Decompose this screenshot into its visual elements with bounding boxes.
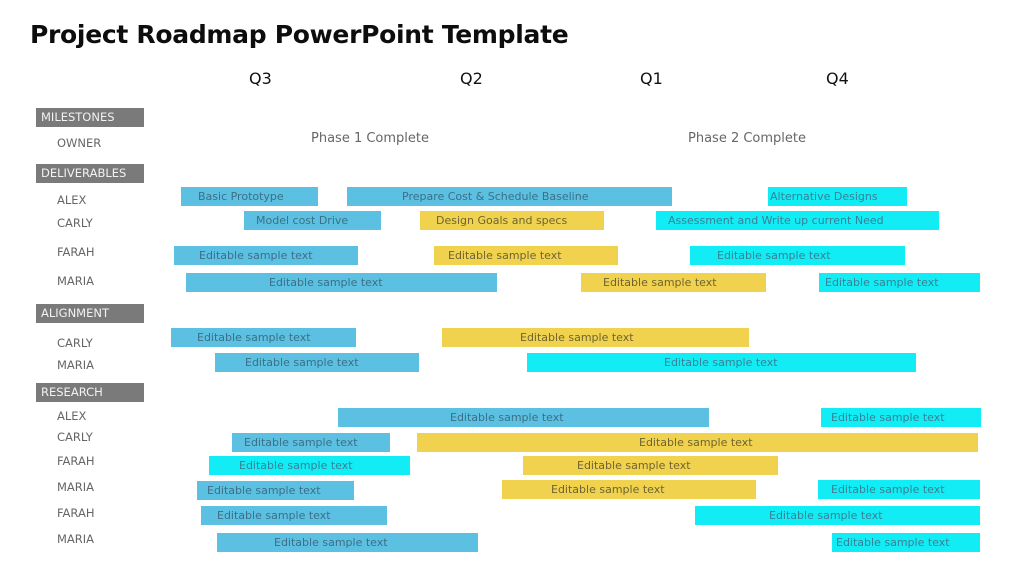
roadmap-bar[interactable]: Editable sample text: [832, 533, 980, 552]
roadmap-bar[interactable]: Alternative Designs: [768, 187, 907, 206]
roadmap-bar[interactable]: Editable sample text: [217, 533, 478, 552]
owner-label: FARAH: [57, 454, 95, 468]
owner-label: OWNER: [57, 136, 102, 150]
roadmap-bar[interactable]: Basic Prototype: [181, 187, 318, 206]
owner-label: CARLY: [57, 216, 93, 230]
roadmap-bar[interactable]: Editable sample text: [523, 456, 778, 475]
roadmap-bar[interactable]: Design Goals and specs: [420, 211, 604, 230]
roadmap-bar[interactable]: Editable sample text: [527, 353, 916, 372]
roadmap-bar[interactable]: Editable sample text: [819, 273, 980, 292]
section-header-alignment: ALIGNMENT: [36, 304, 144, 323]
roadmap-bar[interactable]: Editable sample text: [442, 328, 749, 347]
owner-label: ALEX: [57, 409, 87, 423]
roadmap-bar[interactable]: Editable sample text: [215, 353, 419, 372]
roadmap-bar[interactable]: Editable sample text: [821, 408, 981, 427]
phase-label: Phase 2 Complete: [688, 131, 807, 146]
owner-label: FARAH: [57, 245, 95, 259]
roadmap-bar[interactable]: Editable sample text: [232, 433, 390, 452]
owner-label: MARIA: [57, 274, 95, 288]
owner-label: ALEX: [57, 193, 87, 207]
section-header-deliverables: DELIVERABLES: [36, 164, 144, 183]
roadmap-bar[interactable]: Editable sample text: [417, 433, 978, 452]
roadmap-bar[interactable]: Editable sample text: [171, 328, 356, 347]
quarter-label: Q3: [249, 69, 272, 88]
roadmap-bar[interactable]: Editable sample text: [695, 506, 980, 525]
roadmap-bar[interactable]: Prepare Cost & Schedule Baseline: [347, 187, 672, 206]
roadmap-bar[interactable]: Model cost Drive: [244, 211, 381, 230]
roadmap-bar[interactable]: Assessment and Write up current Need: [656, 211, 939, 230]
roadmap-bar[interactable]: Editable sample text: [197, 481, 354, 500]
owner-label: CARLY: [57, 336, 93, 350]
quarter-label: Q4: [826, 69, 849, 88]
section-header-research: RESEARCH: [36, 383, 144, 402]
owner-label: MARIA: [57, 532, 95, 546]
roadmap-bar[interactable]: Editable sample text: [186, 273, 497, 292]
owner-label: CARLY: [57, 430, 93, 444]
roadmap-bar[interactable]: Editable sample text: [502, 480, 756, 499]
roadmap-bar[interactable]: Editable sample text: [201, 506, 387, 525]
owner-label: MARIA: [57, 358, 95, 372]
roadmap-bar[interactable]: Editable sample text: [818, 480, 980, 499]
roadmap-bar[interactable]: Editable sample text: [690, 246, 905, 265]
section-header-milestones: MILESTONES: [36, 108, 144, 127]
roadmap-bar[interactable]: Editable sample text: [338, 408, 709, 427]
roadmap-bar[interactable]: Editable sample text: [581, 273, 766, 292]
quarter-label: Q1: [640, 69, 663, 88]
phase-label: Phase 1 Complete: [311, 131, 430, 146]
roadmap-bar[interactable]: Editable sample text: [174, 246, 358, 265]
roadmap-bar[interactable]: Editable sample text: [434, 246, 618, 265]
quarter-label: Q2: [460, 69, 483, 88]
roadmap-bar[interactable]: Editable sample text: [209, 456, 410, 475]
page-title: Project Roadmap PowerPoint Template: [30, 20, 569, 49]
owner-label: MARIA: [57, 480, 95, 494]
owner-label: FARAH: [57, 506, 95, 520]
